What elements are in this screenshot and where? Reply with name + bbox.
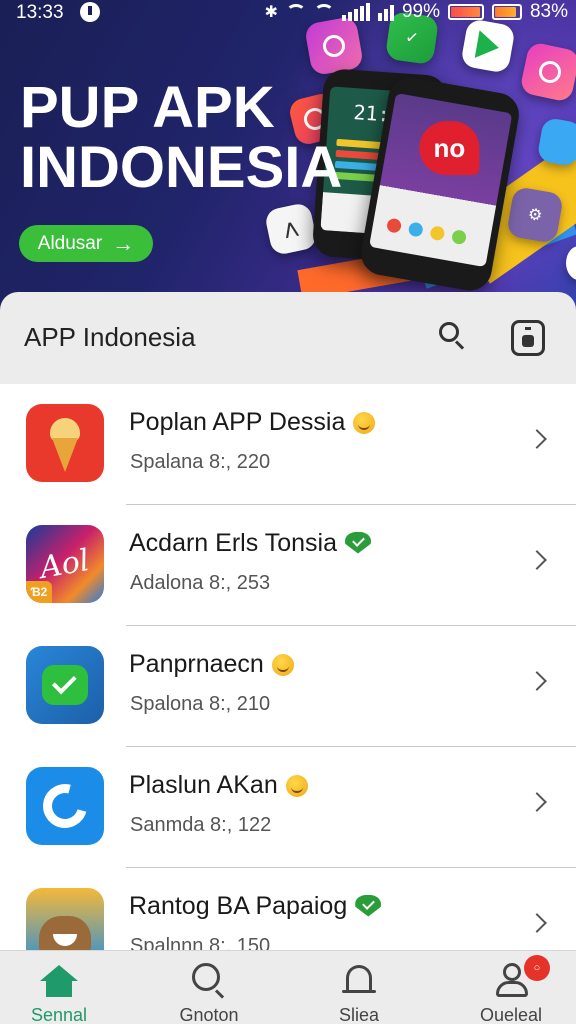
chevron-right-icon	[527, 913, 547, 933]
bluetooth-icon: ✱	[264, 4, 278, 21]
app-name: Rantog BA Papaiog	[129, 892, 381, 921]
tab-label: Oueleal	[479, 1005, 543, 1024]
green-heart-check-icon	[345, 532, 371, 556]
art-signature-icon: Aol Ɓ2	[26, 525, 104, 603]
list-item[interactable]: Panprnaecn Spalona 8:, 210	[0, 626, 576, 747]
wifi-icon	[285, 4, 306, 20]
search-icon	[439, 322, 459, 342]
tab-profile[interactable]: ○ Oueleal	[456, 951, 566, 1024]
battery-percent-1: 99%	[401, 1, 440, 22]
app-list: Poplan APP Dessia Spalana 8:, 220 Aol Ɓ2…	[0, 384, 576, 950]
app-subtitle: Spalana 8:, 220	[130, 451, 271, 473]
search-icon-handle	[454, 340, 465, 350]
signal-icon-secondary	[377, 3, 394, 21]
tab-home[interactable]: Sennal	[4, 951, 114, 1024]
game-character-icon	[26, 888, 104, 950]
heart-icon: no	[419, 121, 480, 176]
notification-badge: ○	[524, 955, 550, 981]
smile-emoji-icon	[271, 653, 294, 676]
sync-icon	[26, 767, 104, 845]
signal-icon	[341, 3, 370, 21]
wifi-icon-secondary	[313, 4, 334, 20]
settings-app-icon: ⚙	[506, 186, 564, 244]
battery-percent-2: 83%	[529, 1, 568, 22]
hero-title: PUP APK INDONESIA	[20, 78, 342, 198]
chevron-right-icon	[527, 792, 547, 812]
app-subtitle: Spalona 8:, 210	[130, 693, 271, 715]
tools-app-icon: ⋀	[263, 201, 319, 257]
hero-cta-label: Aldusar	[37, 232, 103, 254]
tab-search[interactable]: Gnoton	[154, 951, 264, 1024]
app-name: Acdarn Erls Tonsia	[129, 529, 371, 558]
chevron-right-icon	[527, 429, 547, 449]
store-button[interactable]	[508, 318, 548, 358]
smile-emoji-icon	[285, 774, 308, 797]
list-item[interactable]: Rantog BA Papaiog Spalnnn 8:, 150	[0, 868, 576, 950]
smile-emoji-icon	[353, 411, 376, 434]
chat-app-icon	[536, 116, 576, 168]
bottom-nav: Sennal Gnoton Sliea ○ Oueleal	[0, 950, 576, 1024]
list-item[interactable]: Poplan APP Dessia Spalana 8:, 220	[0, 384, 576, 505]
camera-app-icon	[519, 41, 576, 103]
play-store-icon	[460, 18, 516, 74]
battery-icon	[447, 4, 484, 20]
chevron-right-icon	[527, 671, 547, 691]
tab-label: Sliea	[338, 1005, 380, 1024]
tab-notifications[interactable]: Sliea	[304, 951, 414, 1024]
carousel-next-icon[interactable]	[566, 246, 576, 280]
green-heart-check-icon	[355, 895, 381, 919]
status-time: 13:33	[16, 2, 64, 23]
app-name: Panprnaecn	[129, 650, 294, 679]
chevron-right-icon	[527, 550, 547, 570]
hero-banner[interactable]: 13:33 ✱ 99% 83% PUP APK INDONESIA Aldusa…	[0, 0, 576, 310]
tab-label: Sennal	[30, 1005, 88, 1024]
app-subtitle: Sanmda 8:, 122	[130, 814, 272, 836]
alarm-icon	[80, 2, 100, 22]
hero-cta-button[interactable]: Aldusar →	[19, 225, 153, 262]
status-bar: 13:33 ✱ 99% 83%	[0, 0, 576, 26]
arrow-right-icon: →	[112, 230, 135, 256]
list-item[interactable]: Plaslun AKan Sanmda 8:, 122	[0, 747, 576, 868]
bell-icon	[342, 963, 376, 999]
section-title: APP Indonesia	[24, 322, 196, 352]
app-subtitle: Spalnnn 8:, 150	[130, 935, 271, 950]
hero-title-line2: INDONESIA	[20, 135, 343, 200]
status-indicators: ✱ 99% 83%	[265, 1, 568, 23]
ice-cream-icon	[26, 404, 104, 482]
shopping-bag-icon	[511, 320, 545, 356]
chat-check-icon	[26, 646, 104, 724]
list-item[interactable]: Aol Ɓ2 Acdarn Erls Tonsia Adalona 8:, 25…	[0, 505, 576, 626]
hero-title-line1: PUP APK	[20, 75, 275, 140]
app-name: Poplan APP Dessia	[129, 408, 376, 437]
search-button[interactable]	[432, 316, 472, 356]
section-header: APP Indonesia	[0, 292, 576, 384]
app-subtitle: Adalona 8:, 253	[130, 572, 271, 594]
battery-icon-secondary	[491, 4, 522, 20]
search-icon	[192, 963, 228, 999]
home-icon	[40, 965, 78, 997]
app-name: Plaslun AKan	[129, 771, 308, 800]
tab-label: Gnoton	[179, 1005, 239, 1024]
